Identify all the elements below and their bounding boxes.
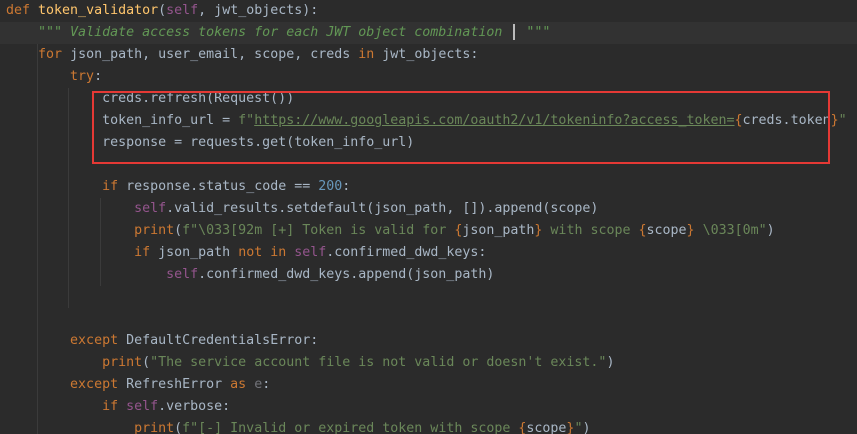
code-token: except: [70, 333, 127, 348]
code-token: }: [686, 223, 695, 238]
code-token: not in: [238, 245, 295, 260]
code-token: jwt_objects:: [382, 47, 479, 62]
code-token: print: [102, 355, 143, 370]
code-line[interactable]: if json_path not in self.confirmed_dwd_k…: [0, 242, 486, 264]
code-token: (: [142, 355, 151, 370]
code-token: .confirmed_dwd_keys.append(json_path): [198, 267, 495, 282]
code-token: {: [734, 113, 743, 128]
code-token: json_path, user_email, scope, creds: [70, 47, 359, 62]
code-token: DefaultCredentialsError:: [126, 333, 319, 348]
code-token: :: [342, 179, 351, 194]
code-line[interactable]: except DefaultCredentialsError:: [0, 330, 318, 352]
code-token: f": [238, 113, 255, 128]
code-token: """ Validate access tokens for each JWT …: [38, 25, 511, 40]
code-token: if: [134, 245, 159, 260]
code-token: token_info_url =: [6, 113, 239, 128]
code-token: print: [134, 421, 175, 434]
code-line[interactable]: def token_validator(self, jwt_objects):: [0, 0, 318, 22]
code-token: f"[-] Invalid or expired token with scop…: [182, 421, 519, 434]
code-token: scope: [646, 223, 687, 238]
code-line[interactable]: [0, 154, 6, 176]
code-token: for: [38, 47, 71, 62]
code-token: creds.refresh(Request()): [6, 91, 295, 106]
code-token: if: [102, 179, 127, 194]
code-line[interactable]: if self.verbose:: [0, 396, 230, 418]
code-line[interactable]: """ Validate access tokens for each JWT …: [0, 22, 857, 44]
code-line[interactable]: except RefreshError as e:: [0, 374, 270, 396]
code-token: \033[0m": [694, 223, 767, 238]
code-line[interactable]: self.confirmed_dwd_keys.append(json_path…: [0, 264, 494, 286]
code-line[interactable]: try:: [0, 66, 102, 88]
code-line[interactable]: print(f"[-] Invalid or expired token wit…: [0, 418, 590, 434]
code-token: :: [262, 377, 271, 392]
text-cursor: [513, 24, 516, 40]
code-line[interactable]: creds.refresh(Request()): [0, 88, 294, 110]
code-token: token_validator: [38, 3, 159, 18]
code-token: :: [94, 69, 103, 84]
code-token: in: [358, 47, 383, 62]
code-token: (: [158, 3, 167, 18]
code-token: json_path: [462, 223, 535, 238]
code-token: response = requests.get(token_info_url): [6, 135, 415, 150]
code-token: RefreshError: [126, 377, 231, 392]
code-token: json_path: [158, 245, 239, 260]
code-token: (: [174, 421, 183, 434]
code-line[interactable]: if response.status_code == 200:: [0, 176, 350, 198]
code-token: if: [102, 399, 127, 414]
code-token: response.status_code ==: [126, 179, 319, 194]
code-token: , jwt_objects):: [198, 3, 319, 18]
code-token: {: [638, 223, 647, 238]
code-line[interactable]: for json_path, user_email, scope, creds …: [0, 44, 478, 66]
code-editor[interactable]: def token_validator(self, jwt_objects): …: [0, 0, 857, 434]
code-line[interactable]: print(f"\033[92m [+] Token is valid for …: [0, 220, 775, 242]
code-token: creds.token: [742, 113, 831, 128]
code-token: print: [134, 223, 175, 238]
code-token: f"\033[92m [+] Token is valid for: [182, 223, 455, 238]
code-line[interactable]: token_info_url = f"https://www.googleapi…: [0, 110, 847, 132]
code-token: https://www.googleapis.com/oauth2/v1/tok…: [254, 113, 735, 128]
code-token: ": [838, 113, 847, 128]
code-line[interactable]: [0, 286, 6, 308]
code-token: self: [134, 201, 167, 216]
code-token: 200: [318, 179, 343, 194]
code-token: (: [174, 223, 183, 238]
code-line[interactable]: print("The service account file is not v…: [0, 352, 614, 374]
code-line[interactable]: [0, 308, 6, 330]
code-token: "The service account file is not valid o…: [150, 355, 607, 370]
code-token: .valid_results.setdefault(json_path, [])…: [166, 201, 599, 216]
code-token: self: [166, 267, 199, 282]
code-token: scope: [526, 421, 567, 434]
code-token: .confirmed_dwd_keys:: [326, 245, 487, 260]
code-token: }: [830, 113, 839, 128]
code-token: with scope: [542, 223, 639, 238]
code-line[interactable]: response = requests.get(token_info_url): [0, 132, 414, 154]
code-token: except: [70, 377, 127, 392]
code-token: """: [518, 25, 551, 40]
code-token: ): [766, 223, 775, 238]
code-token: ): [582, 421, 591, 434]
code-token: self: [294, 245, 327, 260]
code-token: self: [126, 399, 159, 414]
code-line[interactable]: self.valid_results.setdefault(json_path,…: [0, 198, 598, 220]
code-token: try: [70, 69, 95, 84]
code-token: as: [230, 377, 255, 392]
code-token: def: [6, 3, 39, 18]
code-token: self: [166, 3, 199, 18]
code-token: .verbose:: [158, 399, 231, 414]
code-token: ): [606, 355, 615, 370]
